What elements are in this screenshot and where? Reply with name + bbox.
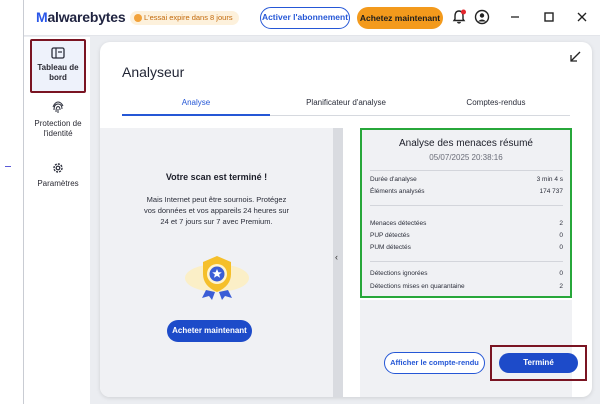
summary-row: Détections mises en quarantaine 2 xyxy=(370,283,563,290)
divider xyxy=(370,170,563,171)
collapse-arrow-icon[interactable] xyxy=(568,50,582,64)
activate-subscription-button[interactable]: Activer l'abonnement xyxy=(260,7,350,29)
buy-premium-button[interactable]: Acheter maintenant xyxy=(167,320,252,342)
tab-bar: Analyse Planificateur d'analyse Comptes-… xyxy=(122,98,570,116)
sidebar-item-dashboard[interactable]: Tableau de bord xyxy=(30,39,86,93)
scanner-panel: Analyseur Analyse Planificateur d'analys… xyxy=(100,42,592,397)
dashboard-icon xyxy=(51,47,65,59)
summary-row: PUM détectés 0 xyxy=(370,244,563,251)
bell-alert-icon[interactable] xyxy=(451,9,467,25)
divider xyxy=(370,205,563,206)
summary-title: Analyse des menaces résumé xyxy=(399,138,533,149)
threat-summary-card: Analyse des menaces résumé 05/07/2025 20… xyxy=(360,128,572,298)
close-icon[interactable] xyxy=(574,9,590,25)
buy-now-button[interactable]: Achetez maintenant xyxy=(357,7,443,29)
sidebar-item-settings[interactable]: Paramètres xyxy=(30,161,86,189)
sidebar-item-label: Protection de l'identité xyxy=(34,119,82,138)
done-button[interactable]: Terminé xyxy=(499,353,578,373)
summary-row: Éléments analysés 174 737 xyxy=(370,188,563,195)
maximize-icon[interactable] xyxy=(541,9,557,25)
sidebar-item-label: Paramètres xyxy=(37,179,79,188)
minimize-icon[interactable] xyxy=(507,9,523,25)
active-tab-indicator xyxy=(122,114,270,116)
tab-scan[interactable]: Analyse xyxy=(122,98,270,107)
view-report-button[interactable]: Afficher le compte-rendu xyxy=(384,352,485,374)
pane-splitter[interactable]: ‹ xyxy=(333,128,343,397)
summary-row: Durée d'analyse 3 min 4 s xyxy=(370,176,563,183)
premium-badge-icon xyxy=(185,256,249,300)
gear-icon xyxy=(53,163,63,173)
sidebar-item-identity-protection[interactable]: Protection de l'identité xyxy=(30,101,86,139)
trial-badge: L'essai expire dans 8 jours xyxy=(130,11,239,25)
divider xyxy=(370,261,563,262)
sidebar-item-label: Tableau de bord xyxy=(37,63,79,82)
scan-timestamp: 05/07/2025 20:38:16 xyxy=(429,153,503,162)
summary-row: Détections ignorées 0 xyxy=(370,270,563,277)
summary-row: Menaces détectées 2 xyxy=(370,220,563,227)
scan-complete-title: Votre scan est terminé ! xyxy=(165,172,268,182)
title-bar: Malwarebytes L'essai expire dans 8 jours… xyxy=(24,0,600,36)
tab-scan-scheduler[interactable]: Planificateur d'analyse xyxy=(272,98,420,107)
tab-reports[interactable]: Comptes-rendus xyxy=(422,98,570,107)
background-mark xyxy=(5,166,11,167)
app-window: Malwarebytes L'essai expire dans 8 jours… xyxy=(23,0,600,404)
clock-icon xyxy=(134,14,142,22)
chevron-left-icon[interactable]: ‹ xyxy=(335,252,338,262)
summary-row: PUP détectés 0 xyxy=(370,232,563,239)
account-icon[interactable] xyxy=(474,9,490,25)
sidebar: Tableau de bord Protection de l'identité… xyxy=(24,37,90,404)
premium-promo-text: Mais Internet peut être sournois. Protég… xyxy=(143,195,290,226)
done-highlight-frame: Terminé xyxy=(490,345,587,381)
page-title: Analyseur xyxy=(122,64,185,80)
malwarebytes-logo: Malwarebytes xyxy=(36,9,126,25)
fingerprint-icon xyxy=(52,101,64,113)
